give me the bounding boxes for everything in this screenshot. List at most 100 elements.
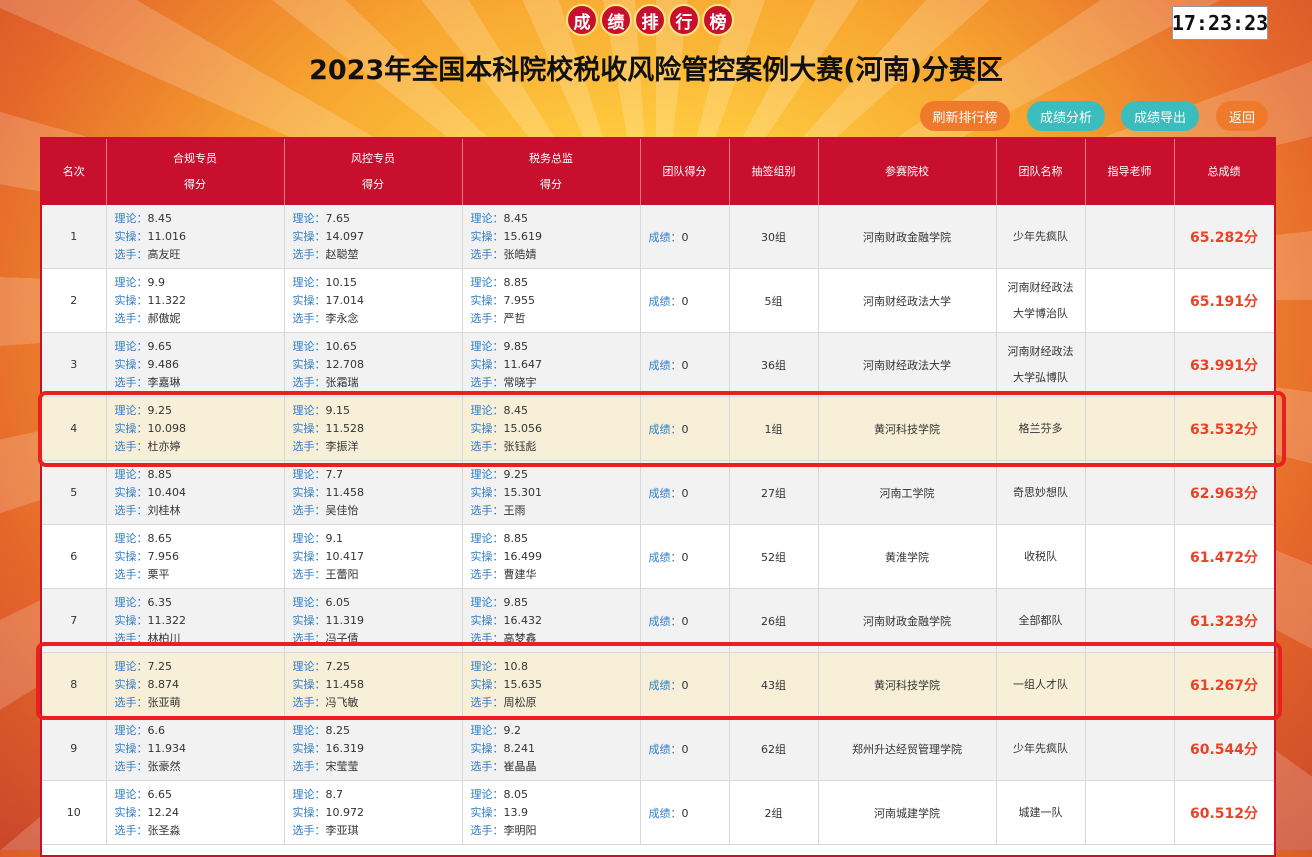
theory-score: 7.65 (325, 211, 351, 225)
player-name: 张皓婧 (503, 247, 537, 261)
teacher-cell (1085, 332, 1175, 397)
team-score: 0 (681, 422, 689, 436)
risk-cell: 理论：7.65 实操：14.097 选手：赵聪堃 (284, 205, 463, 269)
risk-cell: 理论：7.25 实操：11.458 选手：冯飞敏 (284, 652, 463, 717)
player-label: 选手： (470, 439, 504, 453)
practice-label: 实操： (470, 613, 504, 627)
team-score-cell: 成绩：0 (640, 460, 730, 525)
player-name: 吴佳怡 (325, 503, 359, 517)
badge-char: 榜 (702, 4, 734, 36)
total-score-cell: 61.323分 (1174, 588, 1274, 653)
theory-score: 8.85 (503, 275, 529, 289)
player-name: 常晓宇 (503, 375, 537, 389)
teacher-cell (1085, 716, 1175, 781)
table-row: 10 理论：6.65 实操：12.24 选手：张圣淼 理论：8.7 实操：10.… (42, 780, 1274, 845)
player-name: 张钰彪 (503, 439, 537, 453)
player-name: 林柏川 (147, 631, 181, 645)
export-scores-button[interactable]: 成绩导出 (1121, 101, 1199, 131)
total-score-cell: 61.472分 (1174, 524, 1274, 589)
total-score-cell: 63.532分 (1174, 396, 1274, 461)
player-label: 选手： (292, 823, 326, 837)
player-name: 李明阳 (503, 823, 537, 837)
player-label: 选手： (470, 567, 504, 581)
practice-score: 11.528 (325, 421, 365, 435)
col-rank: 名次 (42, 139, 107, 205)
rank-cell: 7 (42, 588, 107, 653)
practice-label: 实操： (470, 293, 504, 307)
player-name: 周松原 (503, 695, 537, 709)
player-label: 选手： (292, 695, 326, 709)
total-score-cell: 63.991分 (1174, 332, 1274, 397)
rank-cell: 10 (42, 780, 107, 845)
practice-label: 实操： (470, 357, 504, 371)
player-label: 选手： (292, 311, 326, 325)
practice-score: 11.458 (325, 677, 365, 691)
result-label: 成绩： (648, 230, 682, 244)
group-cell: 27组 (729, 460, 819, 525)
school-cell: 河南财经政法大学 (818, 268, 997, 333)
col-teacher: 指导老师 (1085, 139, 1175, 205)
practice-label: 实操： (292, 677, 326, 691)
theory-label: 理论： (292, 211, 326, 225)
compliance-cell: 理论：6.65 实操：12.24 选手：张圣淼 (106, 780, 285, 845)
practice-label: 实操： (114, 613, 148, 627)
rank-cell: 2 (42, 268, 107, 333)
theory-score: 6.65 (147, 787, 173, 801)
player-name: 王雨 (503, 503, 526, 517)
theory-label: 理论： (114, 275, 148, 289)
tax-cell: 理论：9.85 实操：16.432 选手：高梦鑫 (462, 588, 641, 653)
compliance-cell: 理论：6.35 实操：11.322 选手：林柏川 (106, 588, 285, 653)
player-name: 高友旺 (147, 247, 181, 261)
risk-cell: 理论：8.25 实操：16.319 选手：宋莹莹 (284, 716, 463, 781)
col-team-name: 团队名称 (996, 139, 1086, 205)
practice-label: 实操： (292, 229, 326, 243)
refresh-ranking-button[interactable]: 刷新排行榜 (920, 101, 1010, 131)
practice-score: 16.432 (503, 613, 543, 627)
practice-label: 实操： (114, 677, 148, 691)
practice-score: 10.417 (325, 549, 365, 563)
teacher-cell (1085, 460, 1175, 525)
practice-score: 11.016 (147, 229, 187, 243)
theory-score: 8.05 (503, 787, 529, 801)
player-label: 选手： (114, 759, 148, 773)
practice-score: 17.014 (325, 293, 365, 307)
back-button[interactable]: 返回 (1216, 101, 1268, 131)
practice-score: 11.322 (147, 613, 187, 627)
group-cell: 1组 (729, 396, 819, 461)
theory-score: 8.45 (503, 211, 529, 225)
compliance-cell: 理论：9.25 实操：10.098 选手：杜亦婷 (106, 396, 285, 461)
practice-score: 15.301 (503, 485, 543, 499)
team-score: 0 (681, 486, 689, 500)
school-cell: 黄河科技学院 (818, 652, 997, 717)
player-name: 李振洋 (325, 439, 359, 453)
theory-label: 理论： (292, 403, 326, 417)
practice-score: 7.955 (503, 293, 536, 307)
player-name: 张豪然 (147, 759, 181, 773)
group-cell: 30组 (729, 205, 819, 269)
player-label: 选手： (470, 247, 504, 261)
player-label: 选手： (114, 823, 148, 837)
badge-char: 成 (566, 4, 598, 36)
practice-label: 实操： (114, 357, 148, 371)
theory-label: 理论： (470, 403, 504, 417)
compliance-cell: 理论：9.9 实操：11.322 选手：郝傲妮 (106, 268, 285, 333)
score-analysis-button[interactable]: 成绩分析 (1027, 101, 1105, 131)
theory-label: 理论： (292, 467, 326, 481)
compliance-cell: 理论：8.45 实操：11.016 选手：高友旺 (106, 205, 285, 269)
theory-score: 9.9 (147, 275, 166, 289)
practice-score: 11.458 (325, 485, 365, 499)
theory-label: 理论： (114, 659, 148, 673)
practice-label: 实操： (292, 805, 326, 819)
school-cell: 河南财政金融学院 (818, 588, 997, 653)
table-header-row: 名次 合规专员 得分 风控专员 得分 税务总监 得分 团队得分 抽签组别 参赛院校 团… (42, 139, 1274, 205)
player-name: 严哲 (503, 311, 526, 325)
team-score-cell: 成绩：0 (640, 268, 730, 333)
team-name-cell: 城建一队 (996, 780, 1086, 845)
player-name: 李亚琪 (325, 823, 359, 837)
player-label: 选手： (114, 695, 148, 709)
practice-label: 实操： (292, 741, 326, 755)
result-label: 成绩： (648, 742, 682, 756)
tax-cell: 理论：8.85 实操：7.955 选手：严哲 (462, 268, 641, 333)
practice-label: 实操： (292, 357, 326, 371)
col-total: 总成绩 (1174, 139, 1274, 205)
